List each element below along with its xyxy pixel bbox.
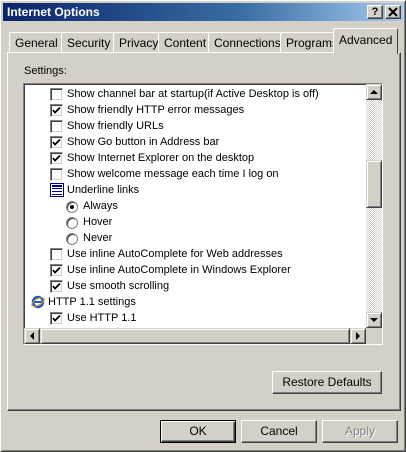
checkmark-icon — [52, 138, 61, 146]
settings-list[interactable]: Show channel bar at startup(if Active De… — [23, 83, 383, 345]
window-title: Internet Options — [7, 5, 100, 19]
option-label: Show friendly HTTP error messages — [67, 104, 245, 116]
arrow-up-icon — [370, 90, 378, 94]
tab-privacy[interactable]: Privacy — [113, 32, 165, 52]
checkmark-icon — [52, 106, 61, 114]
apply-button[interactable]: Apply — [322, 420, 398, 443]
internet-options-window: Internet Options ? General Security Priv… — [0, 0, 406, 452]
scrollbar-corner — [366, 328, 382, 344]
settings-option[interactable]: Show Go button in Address bar — [24, 134, 364, 150]
checkmark-icon — [52, 266, 61, 274]
settings-option[interactable]: Use inline AutoComplete in Windows Explo… — [24, 262, 364, 278]
checkbox[interactable] — [50, 280, 63, 293]
radio-button[interactable] — [66, 217, 78, 229]
scroll-thumb[interactable] — [366, 160, 382, 208]
settings-label: Settings: — [24, 65, 67, 77]
restore-defaults-button[interactable]: Restore Defaults — [272, 371, 382, 394]
close-icon — [388, 7, 398, 17]
arrow-left-icon — [30, 332, 34, 340]
settings-group: Underline links — [24, 182, 364, 198]
internet-explorer-icon — [31, 295, 45, 309]
settings-option[interactable]: Never — [24, 230, 364, 246]
checkbox[interactable] — [50, 152, 63, 165]
help-button[interactable]: ? — [367, 5, 383, 19]
option-label: Hover — [83, 216, 113, 228]
settings-option[interactable]: Show channel bar at startup(if Active De… — [24, 86, 364, 102]
tab-content[interactable]: Content — [158, 32, 213, 52]
option-label: HTTP 1.1 settings — [48, 296, 136, 308]
arrow-down-icon — [370, 318, 378, 322]
scroll-down-button[interactable] — [366, 312, 382, 328]
close-button[interactable] — [385, 5, 401, 19]
settings-option[interactable]: Use inline AutoComplete for Web addresse… — [24, 246, 364, 262]
scroll-left-button[interactable] — [24, 328, 40, 344]
option-label: Show Go button in Address bar — [67, 136, 220, 148]
settings-group: HTTP 1.1 settings — [24, 294, 364, 310]
checkbox[interactable] — [50, 120, 63, 133]
tab-strip: General Security Privacy Content Connect… — [7, 27, 401, 54]
settings-items: Show channel bar at startup(if Active De… — [24, 86, 364, 342]
option-label: Use HTTP 1.1 — [67, 312, 137, 324]
option-label: Show Internet Explorer on the desktop — [67, 152, 255, 164]
scroll-up-button[interactable] — [366, 84, 382, 100]
settings-option[interactable]: Show welcome message each time I log on — [24, 166, 364, 182]
list-settings-icon — [50, 183, 64, 197]
checkbox[interactable] — [50, 312, 63, 325]
settings-option[interactable]: Show friendly URLs — [24, 118, 364, 134]
cancel-button[interactable]: Cancel — [241, 420, 317, 443]
hscroll-thumb[interactable] — [40, 328, 350, 344]
radio-dot — [70, 205, 74, 209]
option-label: Use inline AutoComplete in Windows Explo… — [67, 264, 291, 276]
checkmark-icon — [52, 282, 61, 290]
radio-button[interactable] — [66, 201, 78, 213]
checkbox[interactable] — [50, 264, 63, 277]
arrow-right-icon — [356, 332, 360, 340]
tab-security[interactable]: Security — [61, 32, 117, 52]
option-label: Always — [83, 200, 118, 212]
checkbox[interactable] — [50, 248, 63, 261]
checkbox[interactable] — [50, 104, 63, 117]
option-label: Show welcome message each time I log on — [67, 168, 279, 180]
checkmark-icon — [52, 314, 61, 322]
checkmark-icon — [52, 154, 61, 162]
horizontal-scrollbar[interactable] — [24, 328, 366, 344]
checkbox[interactable] — [50, 168, 63, 181]
option-label: Show friendly URLs — [67, 120, 164, 132]
vertical-scrollbar[interactable] — [366, 84, 382, 328]
settings-option[interactable]: Use HTTP 1.1 — [24, 310, 364, 326]
settings-option[interactable]: Show friendly HTTP error messages — [24, 102, 364, 118]
ok-button[interactable]: OK — [160, 420, 236, 443]
settings-option[interactable]: Hover — [24, 214, 364, 230]
checkbox[interactable] — [50, 88, 63, 101]
settings-option[interactable]: Show Internet Explorer on the desktop — [24, 150, 364, 166]
tab-general[interactable]: General — [9, 32, 64, 52]
option-label: Show channel bar at startup(if Active De… — [67, 88, 319, 100]
option-label: Use inline AutoComplete for Web addresse… — [67, 248, 283, 260]
tab-advanced[interactable]: Advanced — [333, 28, 399, 54]
radio-button[interactable] — [66, 233, 78, 245]
scroll-right-button[interactable] — [350, 328, 366, 344]
settings-option[interactable]: Use smooth scrolling — [24, 278, 364, 294]
title-bar[interactable]: Internet Options ? — [3, 3, 403, 21]
option-label: Never — [83, 232, 113, 244]
checkbox[interactable] — [50, 136, 63, 149]
option-label: Underline links — [67, 184, 140, 196]
option-label: Use smooth scrolling — [67, 280, 170, 292]
tab-connections[interactable]: Connections — [208, 32, 287, 52]
settings-option[interactable]: Always — [24, 198, 364, 214]
